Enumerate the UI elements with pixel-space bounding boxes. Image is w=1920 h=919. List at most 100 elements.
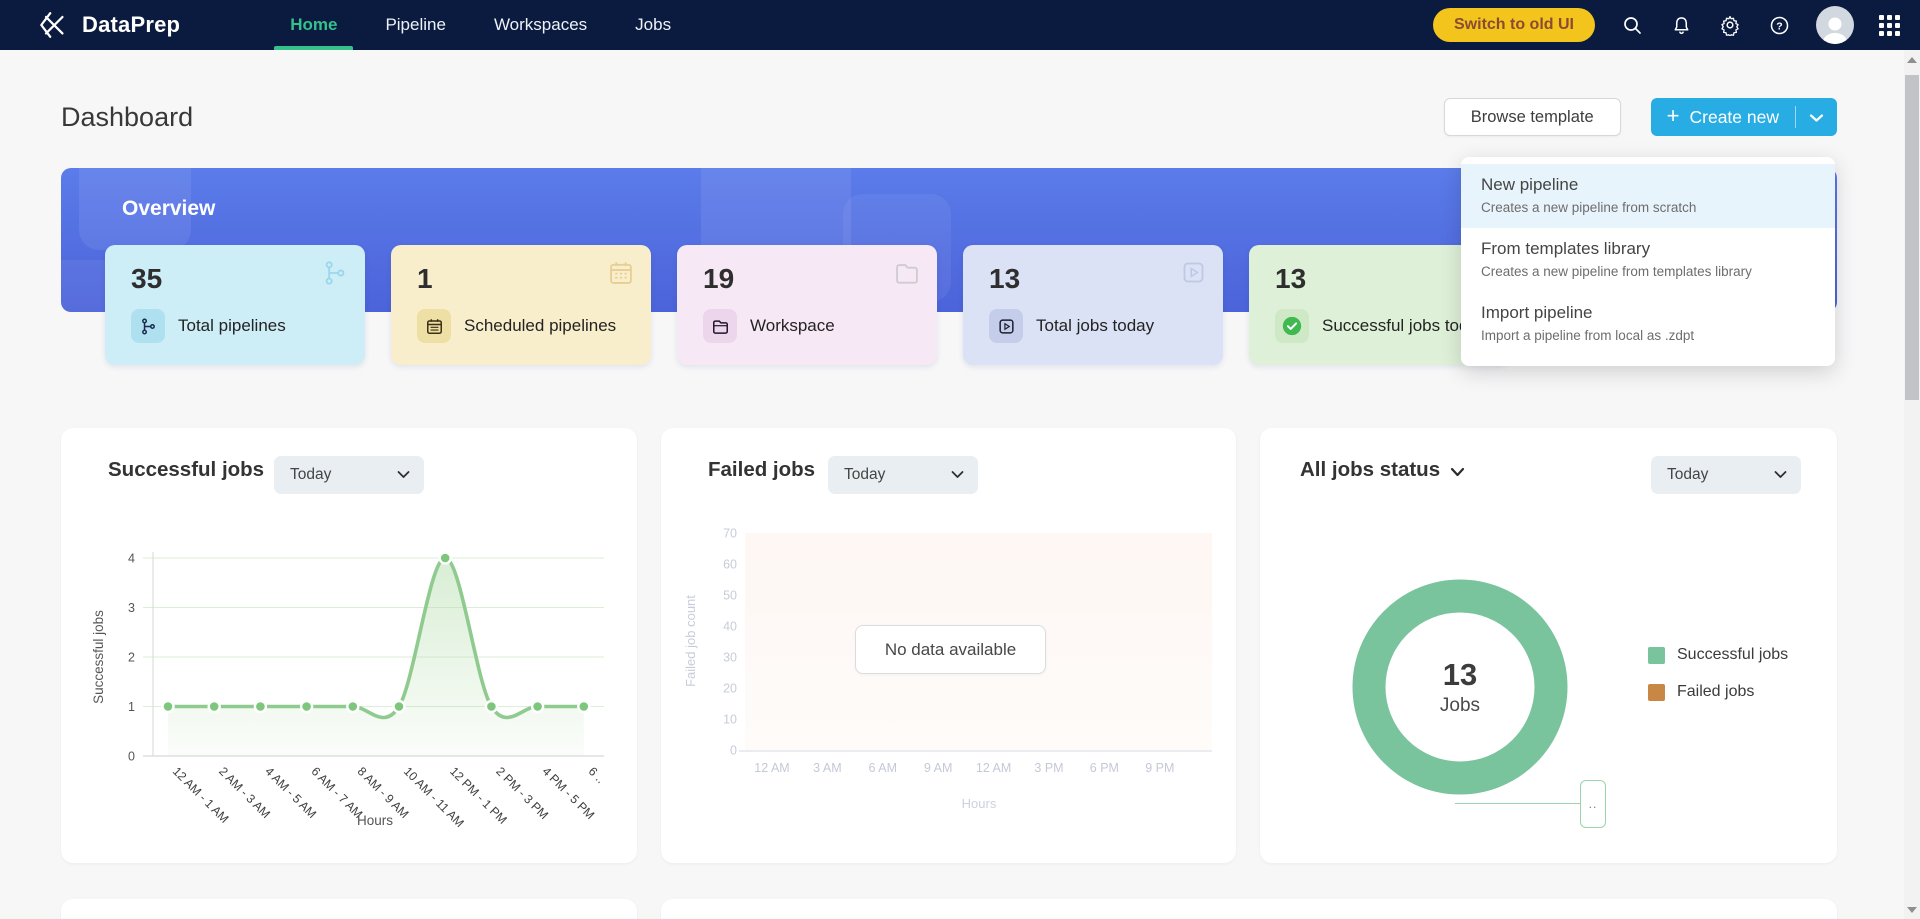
stat-label: Workspace — [750, 316, 835, 336]
chevron-down-icon — [951, 466, 964, 484]
create-new-menu: New pipeline Creates a new pipeline from… — [1461, 157, 1835, 366]
overview-title: Overview — [122, 197, 215, 221]
chevron-down-icon — [1774, 466, 1787, 484]
stat-label: Total pipelines — [178, 316, 286, 336]
svg-text:12 AM: 12 AM — [976, 761, 1011, 775]
pipeline-branch-icon — [131, 309, 165, 343]
legend-swatch — [1648, 647, 1665, 664]
stat-value: 1 — [417, 263, 433, 295]
folder-icon — [893, 259, 921, 292]
stat-value: 35 — [131, 263, 162, 295]
legend-item-successful-jobs[interactable]: Successful jobs — [1648, 646, 1788, 664]
nav-item-jobs[interactable]: Jobs — [611, 0, 695, 50]
navbar-actions: Switch to old UI ? — [1433, 6, 1900, 44]
today-select[interactable]: Today — [274, 456, 424, 494]
callout-connector — [1455, 803, 1580, 804]
menu-item-new-pipeline[interactable]: New pipeline Creates a new pipeline from… — [1461, 164, 1835, 228]
svg-text:Failed job count: Failed job count — [683, 595, 698, 687]
folder-icon — [703, 309, 737, 343]
svg-text:60: 60 — [723, 558, 737, 572]
brand-name: DataPrep — [82, 12, 180, 38]
user-avatar[interactable] — [1816, 6, 1854, 44]
svg-text:4: 4 — [128, 552, 135, 566]
create-new-button[interactable]: + Create new — [1651, 98, 1837, 136]
stat-value: 13 — [989, 263, 1020, 295]
svg-text:10: 10 — [723, 713, 737, 727]
nav-item-workspaces[interactable]: Workspaces — [470, 0, 611, 50]
successful-jobs-chart: 0123412 AM - 1 AM2 AM - 3 AM4 AM - 5 AM6… — [89, 528, 609, 863]
stat-label: Scheduled pipelines — [464, 316, 616, 336]
apps-grid-icon[interactable] — [1879, 15, 1900, 36]
svg-text:3 AM: 3 AM — [813, 761, 842, 775]
scroll-down-arrow-icon[interactable] — [1907, 907, 1917, 913]
svg-text:0: 0 — [128, 750, 135, 764]
svg-text:9 PM: 9 PM — [1145, 761, 1174, 775]
today-select[interactable]: Today — [828, 456, 978, 494]
donut-chart: 13 Jobs — [1352, 579, 1568, 795]
legend-label: Successful jobs — [1677, 646, 1788, 664]
stat-card-total-jobs-today: 13 Total jobs today — [963, 245, 1223, 365]
stat-card-total-pipelines: 35 Total pipelines — [105, 245, 365, 365]
calendar-icon — [607, 259, 635, 292]
today-select[interactable]: Today — [1651, 456, 1801, 494]
stat-card-workspace: 19 Workspace — [677, 245, 937, 365]
pipeline-branch-icon — [321, 259, 349, 292]
svg-text:6 PM: 6 PM — [1090, 761, 1119, 775]
chart-title: Successful jobs — [108, 458, 264, 482]
svg-text:2: 2 — [128, 651, 135, 665]
scroll-up-arrow-icon[interactable] — [1907, 57, 1917, 63]
play-square-icon — [1180, 259, 1207, 291]
bottom-card-right — [661, 899, 1837, 919]
stat-value: 13 — [1275, 263, 1306, 295]
calendar-icon — [417, 309, 451, 343]
plus-icon: + — [1651, 103, 1690, 131]
brand: DataPrep — [38, 9, 180, 41]
callout-box: .. — [1580, 780, 1606, 828]
help-icon[interactable]: ? — [1767, 13, 1791, 37]
settings-gear-icon[interactable] — [1718, 13, 1742, 37]
svg-text:3: 3 — [128, 601, 135, 615]
main-nav: Home Pipeline Workspaces Jobs — [266, 0, 695, 50]
svg-text:1: 1 — [128, 700, 135, 714]
svg-text:9 AM: 9 AM — [924, 761, 953, 775]
svg-text:0: 0 — [730, 744, 737, 758]
svg-text:12 AM: 12 AM — [754, 761, 789, 775]
bottom-card-left — [61, 899, 637, 919]
title-chevron-down-icon[interactable] — [1450, 464, 1465, 477]
notifications-bell-icon[interactable] — [1669, 13, 1693, 37]
chart-title: Failed jobs — [708, 458, 815, 482]
stats-row: 35 Total pipelines — [105, 245, 1509, 365]
top-navbar: DataPrep Home Pipeline Workspaces Jobs S… — [0, 0, 1920, 50]
scrollbar-thumb[interactable] — [1905, 75, 1919, 400]
page-title: Dashboard — [61, 102, 193, 133]
switch-to-old-ui-button[interactable]: Switch to old UI — [1433, 8, 1595, 42]
menu-item-from-templates-library[interactable]: From templates library Creates a new pip… — [1461, 228, 1835, 292]
browse-template-button[interactable]: Browse template — [1444, 98, 1621, 136]
chart-title: All jobs status — [1300, 458, 1465, 482]
vertical-scrollbar[interactable] — [1904, 50, 1920, 919]
chart-legend: Successful jobs Failed jobs — [1648, 646, 1788, 701]
stat-label: Total jobs today — [1036, 316, 1154, 336]
svg-text:Hours: Hours — [962, 796, 997, 811]
chevron-down-icon — [397, 466, 410, 484]
svg-text:?: ? — [1776, 20, 1782, 32]
create-new-chevron-icon[interactable] — [1796, 111, 1837, 123]
search-icon[interactable] — [1620, 13, 1644, 37]
charts-row: Successful jobs Today 0123412 AM - 1 AM2… — [61, 428, 1837, 863]
stat-card-scheduled-pipelines: 1 Scheduled pipelines — [391, 245, 651, 365]
svg-text:Hours: Hours — [357, 813, 393, 828]
svg-text:50: 50 — [723, 589, 737, 603]
svg-text:Successful jobs: Successful jobs — [91, 610, 106, 704]
svg-text:6 AM: 6 AM — [869, 761, 898, 775]
menu-item-import-pipeline[interactable]: Import pipeline Import a pipeline from l… — [1461, 292, 1835, 356]
play-square-icon — [989, 309, 1023, 343]
nav-item-pipeline[interactable]: Pipeline — [361, 0, 470, 50]
successful-jobs-card: Successful jobs Today 0123412 AM - 1 AM2… — [61, 428, 637, 863]
check-circle-icon — [1275, 309, 1309, 343]
legend-item-failed-jobs[interactable]: Failed jobs — [1648, 683, 1788, 701]
svg-text:3 PM: 3 PM — [1034, 761, 1063, 775]
legend-swatch — [1648, 684, 1665, 701]
nav-item-home[interactable]: Home — [266, 0, 361, 50]
svg-text:30: 30 — [723, 651, 737, 665]
no-data-message: No data available — [855, 625, 1046, 674]
